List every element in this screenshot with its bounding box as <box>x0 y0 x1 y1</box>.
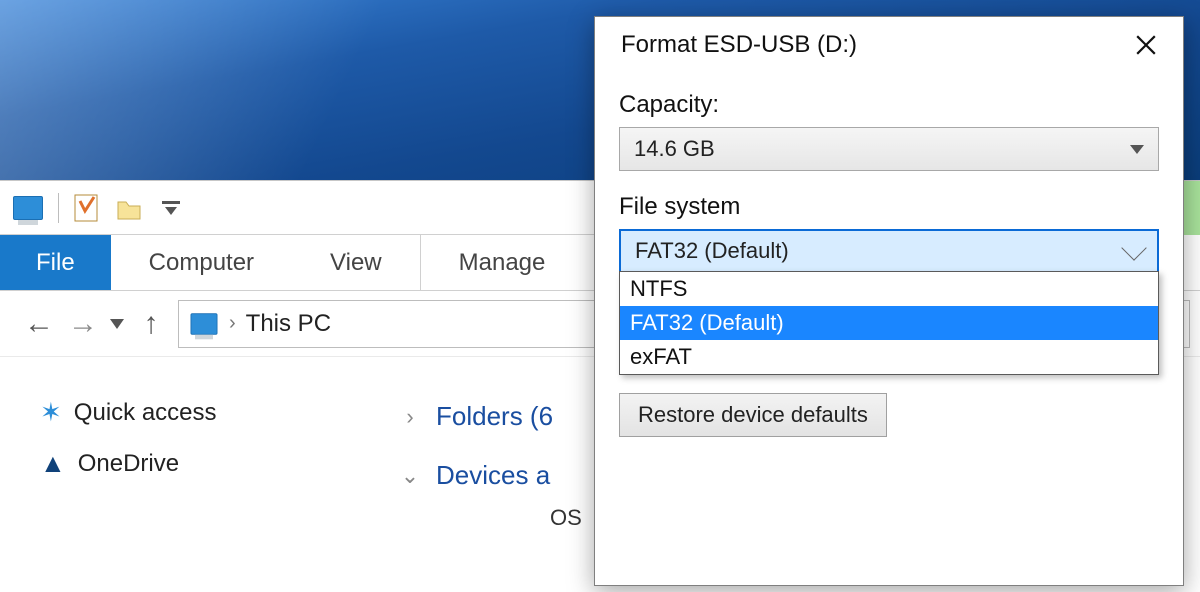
chevron-down-icon <box>1121 235 1146 260</box>
up-button[interactable]: ↑ <box>134 307 168 341</box>
qat-customize-icon[interactable] <box>151 188 191 228</box>
star-icon: ✶ <box>40 397 62 428</box>
filesystem-dropdown: NTFS FAT32 (Default) exFAT <box>619 271 1159 375</box>
close-icon <box>1135 34 1157 56</box>
chevron-right-icon: › <box>400 404 420 430</box>
sidebar-item-quick-access[interactable]: ✶ Quick access <box>40 387 380 438</box>
tab-file-label: File <box>36 249 75 277</box>
dialog-titlebar: Format ESD-USB (D:) <box>595 17 1183 73</box>
capacity-label: Capacity: <box>619 91 1159 119</box>
tab-file[interactable]: File <box>0 235 111 290</box>
properties-icon[interactable] <box>67 188 107 228</box>
navigation-pane: ✶ Quick access ▲ OneDrive <box>0 357 380 592</box>
chevron-down-icon: ⌄ <box>400 463 420 489</box>
filesystem-value: FAT32 (Default) <box>635 238 789 264</box>
dialog-title: Format ESD-USB (D:) <box>621 31 857 59</box>
back-button[interactable]: ← <box>22 307 56 341</box>
tab-computer-label: Computer <box>149 249 254 277</box>
filesystem-label: File system <box>619 193 1159 221</box>
pc-icon <box>191 313 218 335</box>
new-folder-icon[interactable] <box>109 188 149 228</box>
tab-manage-label: Manage <box>459 249 546 277</box>
history-dropdown-icon[interactable] <box>110 319 124 329</box>
address-text: This PC <box>246 310 331 338</box>
filesystem-option-ntfs[interactable]: NTFS <box>620 272 1158 306</box>
restore-defaults-button[interactable]: Restore device defaults <box>619 393 887 437</box>
sidebar-item-label: Quick access <box>74 399 217 427</box>
filesystem-option-exfat[interactable]: exFAT <box>620 340 1158 374</box>
close-button[interactable] <box>1123 25 1169 65</box>
forward-button[interactable]: → <box>66 307 100 341</box>
sidebar-item-onedrive[interactable]: ▲ OneDrive <box>40 438 380 489</box>
monitor-icon <box>8 188 48 228</box>
capacity-value: 14.6 GB <box>634 136 715 162</box>
format-dialog: Format ESD-USB (D:) Capacity: 14.6 GB Fi… <box>594 16 1184 586</box>
sidebar-item-label: OneDrive <box>78 450 179 478</box>
tab-view-label: View <box>330 249 382 277</box>
tab-computer[interactable]: Computer <box>111 235 292 290</box>
capacity-combobox[interactable]: 14.6 GB <box>619 127 1159 171</box>
filesystem-combobox[interactable]: FAT32 (Default) NTFS FAT32 (Default) exF… <box>619 229 1159 273</box>
restore-defaults-label: Restore device defaults <box>638 402 868 427</box>
chevron-down-icon <box>1130 145 1144 154</box>
separator <box>58 193 59 223</box>
tab-manage[interactable]: Manage <box>420 235 584 290</box>
tab-view[interactable]: View <box>292 235 420 290</box>
group-label: Folders (6 <box>436 401 553 432</box>
filesystem-option-fat32[interactable]: FAT32 (Default) <box>620 306 1158 340</box>
cloud-icon: ▲ <box>40 448 66 479</box>
chevron-right-icon: › <box>229 312 236 335</box>
group-label: Devices a <box>436 460 550 491</box>
dialog-body: Capacity: 14.6 GB File system FAT32 (Def… <box>595 73 1183 437</box>
